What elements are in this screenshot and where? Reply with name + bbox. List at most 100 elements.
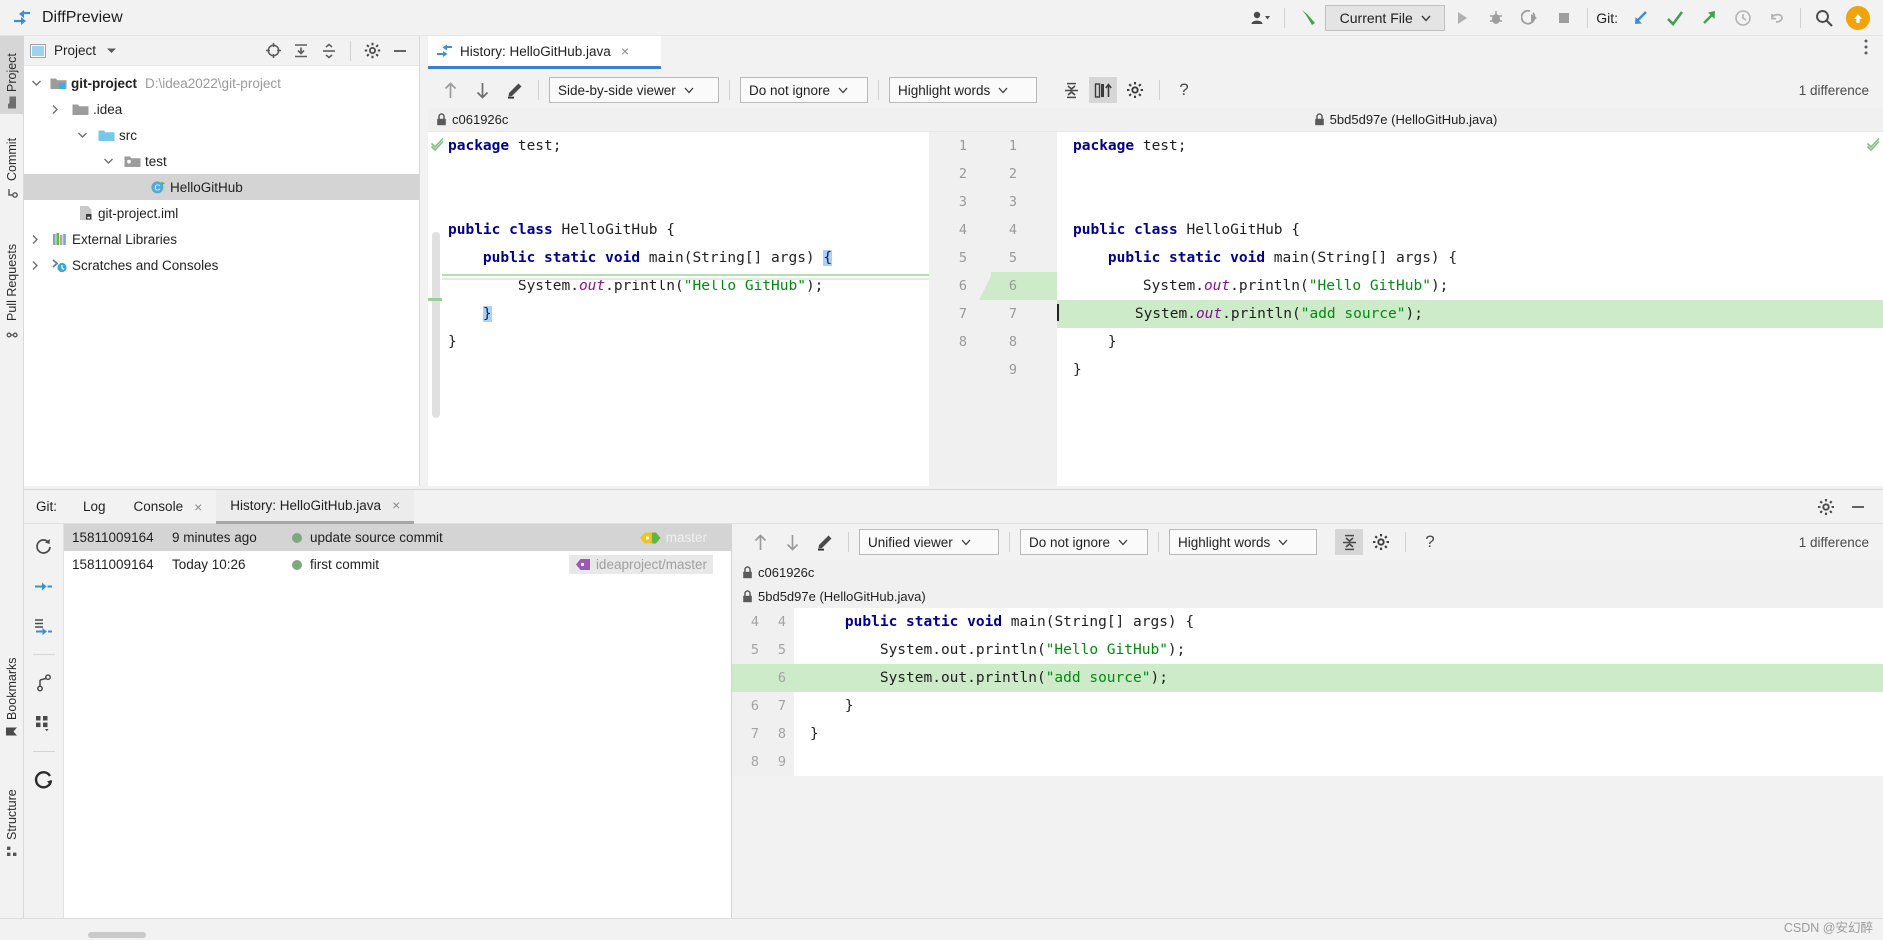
notifications-icon[interactable] xyxy=(1841,4,1875,32)
search-everywhere-icon[interactable] xyxy=(1807,4,1841,32)
commit-ref-label-0: master xyxy=(665,530,707,545)
tree-item-git-project-iml[interactable]: git-project.iml xyxy=(24,200,419,226)
editor-options-icon[interactable] xyxy=(1857,38,1875,56)
tree-item-scratches[interactable]: Scratches and Consoles xyxy=(24,252,419,278)
toolbar-divider-1 xyxy=(1284,8,1286,28)
close-icon[interactable]: × xyxy=(392,497,400,513)
run-configuration-selector[interactable]: Current File xyxy=(1325,5,1446,31)
previous-difference-icon[interactable] xyxy=(436,77,464,103)
push-icon[interactable] xyxy=(1692,4,1726,32)
sidebar-label-bookmarks: Bookmarks xyxy=(5,657,19,720)
bottom-ignore-mode-select[interactable]: Do not ignore xyxy=(1020,529,1148,555)
tree-item-idea[interactable]: .idea xyxy=(24,96,419,122)
close-icon[interactable]: × xyxy=(194,499,202,515)
bottom-viewer-mode-select[interactable]: Unified viewer xyxy=(859,529,999,555)
update-project-icon[interactable] xyxy=(1624,4,1658,32)
settings-icon[interactable] xyxy=(359,39,385,63)
horizontal-scrollbar[interactable] xyxy=(88,932,146,938)
help-icon[interactable]: ? xyxy=(1416,529,1444,555)
show-diff-in-editor-icon[interactable] xyxy=(1089,77,1117,103)
chevron-down-icon[interactable] xyxy=(78,132,94,138)
project-panel-divider xyxy=(350,40,351,61)
collapse-all-icon[interactable] xyxy=(316,39,342,63)
tree-label-external-libraries: External Libraries xyxy=(72,231,178,247)
expand-all-icon[interactable] xyxy=(288,39,314,63)
next-difference-icon[interactable] xyxy=(468,77,496,103)
tree-item-test[interactable]: test xyxy=(24,148,419,174)
sidebar-item-structure[interactable]: Structure xyxy=(0,761,24,863)
viewer-mode-select[interactable]: Side-by-side viewer xyxy=(549,77,719,103)
previous-difference-icon[interactable] xyxy=(746,529,774,555)
diff-settings-icon[interactable] xyxy=(1121,77,1149,103)
settings-icon[interactable] xyxy=(1813,495,1839,519)
left-pane-scrollbar[interactable] xyxy=(432,232,440,418)
difference-count: 1 difference xyxy=(1798,82,1869,98)
sidebar-label-project: Project xyxy=(5,53,19,92)
tree-item-external-libraries[interactable]: External Libraries xyxy=(24,226,419,252)
history-icon[interactable] xyxy=(1726,4,1760,32)
help-icon[interactable]: ? xyxy=(1170,77,1198,103)
collapse-unchanged-icon[interactable] xyxy=(1057,77,1085,103)
locate-icon[interactable] xyxy=(260,39,286,63)
diff-right-pane[interactable]: package test; public class HelloGitHub {… xyxy=(1057,132,1883,486)
highlight-mode-select[interactable]: Highlight words xyxy=(889,77,1037,103)
diff-left-pane[interactable]: package test; public class HelloGitHub {… xyxy=(428,132,929,486)
diff-code-area: package test; public class HelloGitHub {… xyxy=(428,132,1883,486)
editor-tab-history[interactable]: History: HelloGitHub.java × xyxy=(428,36,661,69)
diff-revision-right: 5bd5d97e (HelloGitHub.java) xyxy=(928,112,1883,127)
commit-row-0[interactable]: 15811009164 9 minutes ago update source … xyxy=(64,524,731,551)
tree-item-hellogithub[interactable]: C HelloGitHub xyxy=(24,174,419,200)
sidebar-item-project[interactable]: Project xyxy=(0,36,24,114)
bottom-diff-settings-icon[interactable] xyxy=(1367,529,1395,555)
hide-panel-icon[interactable] xyxy=(387,39,413,63)
commit-ref-1[interactable]: ideaproject/master xyxy=(568,555,713,574)
bottom-revision-bottom: 5bd5d97e (HelloGitHub.java) xyxy=(732,584,1883,608)
edit-source-icon[interactable] xyxy=(810,529,838,555)
branch-icon[interactable] xyxy=(31,671,57,695)
commit-ref-0[interactable]: master xyxy=(633,528,713,547)
tree-item-git-project[interactable]: git-project D:\idea2022\git-project xyxy=(24,70,419,96)
git-toolbar-label: Git: xyxy=(1596,10,1618,26)
chevron-down-icon[interactable] xyxy=(32,80,48,86)
commit-icon[interactable] xyxy=(1658,4,1692,32)
close-icon[interactable]: × xyxy=(621,43,629,59)
git-icon[interactable] xyxy=(31,768,57,792)
debug-icon[interactable] xyxy=(1479,4,1513,32)
commit-row-1[interactable]: 15811009164 Today 10:26 first commit ide… xyxy=(64,551,731,578)
grid-icon[interactable] xyxy=(31,711,57,735)
ignore-mode-select[interactable]: Do not ignore xyxy=(740,77,868,103)
project-view-chevron-icon[interactable] xyxy=(106,47,117,54)
expand-collapse-icon[interactable] xyxy=(31,614,57,638)
chevron-down-icon xyxy=(961,539,971,545)
stop-icon[interactable] xyxy=(1547,4,1581,32)
build-icon[interactable] xyxy=(1291,4,1325,32)
chevron-down-icon[interactable] xyxy=(104,158,120,164)
chevron-right-icon[interactable] xyxy=(32,234,48,244)
sidebar-item-pull-requests[interactable]: Pull Requests xyxy=(0,216,24,344)
tree-item-src[interactable]: src xyxy=(24,122,419,148)
commit-list[interactable]: 15811009164 9 minutes ago update source … xyxy=(64,524,732,919)
hide-panel-icon[interactable] xyxy=(1845,495,1871,519)
tab-console[interactable]: Console × xyxy=(120,490,217,524)
account-icon[interactable] xyxy=(1244,4,1278,32)
collapse-icon[interactable] xyxy=(31,574,57,598)
collapse-unchanged-icon[interactable] xyxy=(1335,529,1363,555)
rollback-icon[interactable] xyxy=(1760,4,1794,32)
sidebar-item-commit[interactable]: Commit xyxy=(0,126,24,204)
tab-history-hellogithub[interactable]: History: HelloGitHub.java × xyxy=(216,489,415,524)
next-difference-icon[interactable] xyxy=(778,529,806,555)
refresh-icon[interactable] xyxy=(31,534,57,558)
sidebar-item-bookmarks[interactable]: Bookmarks xyxy=(0,636,24,744)
bottom-diff-code[interactable]: 44 55 6 67 78 89 public static void main… xyxy=(732,608,1883,776)
run-with-coverage-icon[interactable] xyxy=(1513,4,1547,32)
tree-label-test: test xyxy=(145,153,167,169)
module-icon xyxy=(50,76,67,90)
tab-log[interactable]: Log xyxy=(69,490,120,524)
diff-right-revision-label: 5bd5d97e (HelloGitHub.java) xyxy=(1329,112,1498,127)
bottom-diff-toolbar: Unified viewer Do not ignore Highlight w… xyxy=(732,524,1883,560)
edit-source-icon[interactable] xyxy=(500,77,528,103)
chevron-right-icon[interactable] xyxy=(52,104,68,114)
chevron-right-icon[interactable] xyxy=(32,260,48,270)
bottom-highlight-mode-select[interactable]: Highlight words xyxy=(1169,529,1317,555)
run-icon[interactable] xyxy=(1445,4,1479,32)
